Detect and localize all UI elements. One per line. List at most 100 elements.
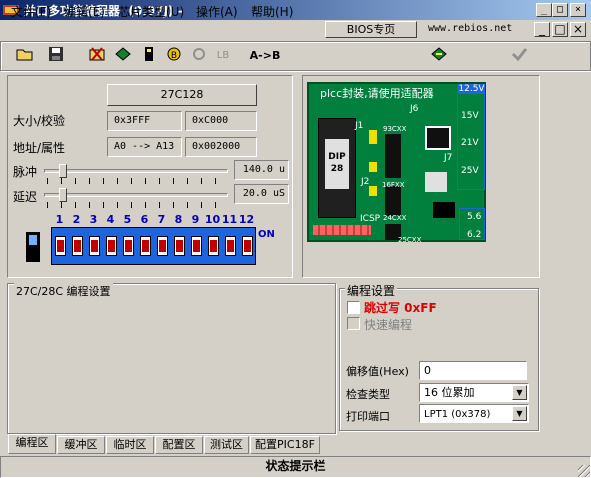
dip-switch[interactable] (55, 236, 66, 256)
pulse-label: 脉冲 (13, 165, 38, 179)
dip-number: 2 (72, 213, 81, 226)
tab-config[interactable]: 配置区 (155, 436, 203, 454)
dip-switch[interactable] (208, 236, 219, 256)
tab-config-pic18f[interactable]: 配置PIC18F (250, 436, 320, 454)
chip-select-button[interactable]: 27C128 (107, 84, 257, 106)
pulse-slider-track[interactable] (44, 169, 228, 173)
label-93cxx: 93CXX (383, 125, 407, 133)
delay-slider-thumb[interactable] (59, 188, 67, 202)
dip-number: 12 (238, 213, 255, 226)
dip-switch[interactable] (191, 236, 202, 256)
size-label: 大小/校验 (13, 114, 66, 128)
dip-number: 7 (157, 213, 166, 226)
tab-program[interactable]: 编程区 (8, 434, 56, 454)
dip-number: 9 (191, 213, 200, 226)
voltage-5-6: 5.6 (467, 212, 482, 222)
delay-slider-track[interactable] (44, 193, 228, 197)
chevron-down-icon[interactable]: ▼ (512, 406, 527, 421)
tab-buffer[interactable]: 缓冲区 (57, 436, 105, 454)
menu-file[interactable]: 文件(F) (11, 3, 51, 20)
socket-label: DIP (328, 152, 346, 162)
socket-number: 28 (330, 164, 344, 174)
resize-grip[interactable] (578, 465, 590, 477)
mdi-restore-button[interactable]: □ (552, 22, 568, 37)
check-type-select[interactable]: 16 位累加 ▼ (419, 383, 529, 402)
delay-value-field[interactable]: 20.0 uS (234, 184, 289, 204)
jumper-block (433, 202, 455, 218)
save-icon[interactable] (45, 46, 67, 66)
dip-switch[interactable] (89, 236, 100, 256)
dip-number: 10 (204, 213, 221, 226)
close-button[interactable]: × (570, 3, 586, 17)
address-range-field: A0 --> A13 (107, 137, 182, 157)
chevron-down-icon[interactable]: ▼ (512, 385, 527, 400)
voltage-21v: 21V (461, 138, 479, 148)
erase-icon[interactable] (86, 46, 108, 66)
print-port-select[interactable]: LPT1 (0x378) ▼ (419, 404, 529, 423)
dip-switch-bank (51, 227, 256, 265)
pulse-slider-ticks (47, 178, 227, 184)
offset-label: 偏移值(Hex) (346, 365, 409, 378)
dip-switch[interactable] (174, 236, 185, 256)
menu-chip-type[interactable]: 芯片类型(U) (118, 3, 184, 20)
dip-socket: DIP 28 (325, 139, 349, 189)
dip-switch[interactable] (140, 236, 151, 256)
offset-input[interactable]: 0 (419, 361, 527, 380)
dip-switch[interactable] (242, 236, 253, 256)
verify-icon[interactable] (508, 46, 530, 66)
dip-number: 3 (89, 213, 98, 226)
pulse-slider-thumb[interactable] (59, 164, 67, 178)
menu-operate[interactable]: 操作(A) (196, 3, 238, 20)
skip-ff-checkbox[interactable] (347, 301, 360, 314)
pulse-value-field[interactable]: 140.0 u (234, 160, 289, 180)
dip-switch[interactable] (157, 236, 168, 256)
fast-program-label[interactable]: 快速编程 (364, 316, 412, 333)
dip-switch[interactable] (72, 236, 83, 256)
program-icon[interactable] (428, 46, 450, 66)
dip-on-label: ON (258, 229, 275, 240)
dip-switch[interactable] (123, 236, 134, 256)
dip-number: 4 (106, 213, 115, 226)
lb-button[interactable]: LB (212, 46, 234, 66)
chip-93cxx (385, 134, 401, 178)
maximize-button[interactable]: □ (552, 3, 568, 17)
voltage-25v: 25V (461, 166, 479, 176)
copy-a-to-b-button[interactable]: A->B (248, 46, 282, 66)
tab-temp[interactable]: 临时区 (106, 436, 154, 454)
protect-icon[interactable]: B (163, 46, 185, 66)
mdi-minimize-button[interactable]: _ (534, 22, 550, 37)
mdi-close-button[interactable]: × (570, 22, 586, 37)
read-icon[interactable] (112, 46, 134, 66)
regulator (425, 172, 447, 192)
dip-switch[interactable] (225, 236, 236, 256)
chip-id-icon[interactable] (138, 46, 160, 66)
jumper-j1 (369, 130, 377, 144)
menu-edit[interactable]: 编辑(E) (64, 3, 105, 20)
chip-settings-group (7, 283, 336, 434)
tab-test[interactable]: 测试区 (204, 436, 249, 454)
dip-number: 5 (123, 213, 132, 226)
voltage-6-2: 6.2 (467, 230, 482, 240)
label-j2: J2 (361, 177, 370, 187)
menu-help[interactable]: 帮助(H) (251, 3, 293, 20)
website-link[interactable]: www.rebios.net (428, 23, 512, 34)
bios-page-tab[interactable]: BIOS专页 (325, 21, 417, 38)
lock-bit-icon[interactable] (188, 46, 210, 66)
print-port-value: LPT1 (0x378) (424, 409, 491, 420)
icsp-header (313, 225, 371, 235)
dip-switch[interactable] (106, 236, 117, 256)
delay-slider-ticks (47, 202, 227, 208)
led-module (425, 126, 451, 150)
check-type-value: 16 位累加 (424, 386, 475, 399)
dip-number: 11 (221, 213, 238, 226)
minimize-button[interactable]: _ (536, 3, 552, 17)
label-j6: J6 (410, 104, 419, 114)
socket-switch[interactable] (26, 232, 40, 262)
open-icon[interactable] (14, 46, 36, 66)
jumper-j1b (369, 162, 377, 172)
program-settings-title: 编程设置 (345, 282, 398, 299)
skip-ff-label[interactable]: 跳过写 0xFF (364, 299, 437, 316)
delay-label: 延迟 (13, 190, 38, 204)
dip-number: 1 (55, 213, 64, 226)
fast-program-checkbox[interactable] (347, 317, 360, 330)
